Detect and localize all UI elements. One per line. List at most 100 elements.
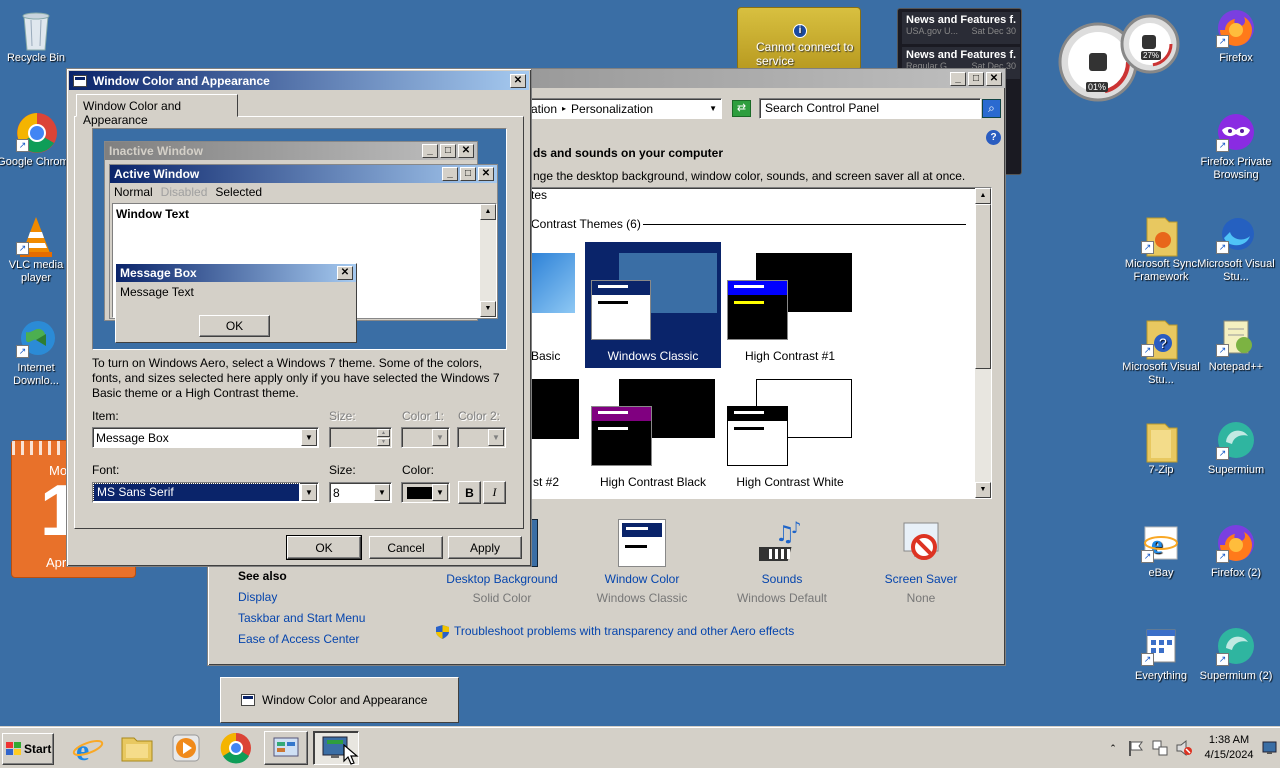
- chevron-down-icon[interactable]: ▼: [432, 429, 448, 446]
- screen-saver-link[interactable]: Screen Saver None: [863, 572, 979, 605]
- dialog-titlebar[interactable]: Window Color and Appearance ✕: [69, 71, 529, 90]
- desktop-icon-supermium[interactable]: ↗ Supermium: [1197, 420, 1275, 477]
- chevron-down-icon[interactable]: ▼: [709, 104, 717, 113]
- color2-picker[interactable]: ▼: [457, 427, 506, 448]
- see-also-ease-of-access-link[interactable]: Ease of Access Center: [238, 632, 359, 646]
- window-color-dialog[interactable]: Window Color and Appearance ✕ Window Col…: [66, 68, 532, 567]
- theme-windows-classic[interactable]: Windows Classic: [585, 242, 721, 368]
- search-input[interactable]: Search Control Panel: [759, 98, 981, 119]
- sounds-icon[interactable]: ♫ ♪: [751, 518, 809, 567]
- volume-muted-icon[interactable]: [1175, 739, 1193, 757]
- font-size-select[interactable]: 8 ▼: [329, 482, 392, 503]
- desktop-icon-ms-sync-framework[interactable]: ↗ Microsoft Sync Framework: [1122, 214, 1200, 284]
- ok-button[interactable]: OK: [286, 535, 362, 560]
- minimize-icon[interactable]: _: [950, 71, 966, 86]
- desktop-icon-google-chrome[interactable]: ↗ Google Chrome: [0, 112, 75, 169]
- tab-window-color[interactable]: Window Color and Appearance: [76, 94, 238, 127]
- see-also-taskbar-link[interactable]: Taskbar and Start Menu: [238, 611, 365, 625]
- start-button[interactable]: Start: [2, 733, 54, 765]
- scroll-up-icon[interactable]: ▲: [975, 188, 991, 204]
- desktop-icon-7zip[interactable]: 7-Zip: [1122, 420, 1200, 477]
- theme-thumbnail[interactable]: [527, 379, 579, 439]
- desktop-icon-ms-visual-studio[interactable]: ↗ Microsoft Visual Stu...: [1197, 214, 1275, 284]
- item-size-spinner[interactable]: ▲ ▼: [329, 427, 392, 448]
- desktop-icon-firefox-private[interactable]: ↗ Firefox Private Browsing: [1197, 112, 1275, 182]
- theme-list-scrollbar[interactable]: ▲ ▼: [975, 188, 991, 498]
- address-bar[interactable]: ation ▸ Personalization ▼: [526, 98, 722, 119]
- desktop-icon-vlc[interactable]: ↗ VLC media player: [0, 215, 75, 285]
- search-icon[interactable]: ⌕: [982, 99, 1001, 118]
- theme-label[interactable]: High Contrast White: [722, 475, 858, 489]
- help-icon[interactable]: ?: [986, 130, 1001, 145]
- cpu-meter-gadget[interactable]: 01% 27%: [1058, 10, 1180, 102]
- tray-expand-icon[interactable]: ⌃: [1106, 733, 1120, 763]
- taskbar-media-player-icon[interactable]: [170, 732, 202, 764]
- apply-button[interactable]: Apply: [448, 536, 522, 559]
- breadcrumb-current[interactable]: Personalization: [571, 102, 653, 116]
- troubleshoot-aero-link[interactable]: Troubleshoot problems with transparency …: [454, 624, 794, 638]
- color2-label: Color 2:: [458, 409, 501, 423]
- desktop-icon-notepad-plus-plus[interactable]: ↗ Notepad++: [1197, 317, 1275, 374]
- action-center-flag-icon[interactable]: [1127, 739, 1145, 757]
- refresh-icon[interactable]: ⇄: [732, 100, 751, 117]
- font-color-picker[interactable]: ▼: [401, 482, 450, 503]
- chevron-down-icon[interactable]: ▼: [488, 429, 504, 446]
- scroll-down-icon: ▼: [480, 301, 496, 317]
- close-icon[interactable]: ✕: [510, 73, 526, 88]
- globe-download-icon: ↗: [16, 318, 56, 358]
- desktop-icon-internet-download[interactable]: ↗ Internet Downlo...: [0, 318, 75, 388]
- taskbar-ie-icon[interactable]: e: [72, 732, 104, 767]
- tray-clock[interactable]: 1:38 AM 4/15/2024: [1198, 733, 1260, 763]
- close-icon[interactable]: ✕: [986, 71, 1002, 86]
- italic-toggle-button[interactable]: I: [483, 481, 506, 504]
- supermium-icon: ↗: [1216, 420, 1256, 460]
- scroll-down-icon[interactable]: ▼: [975, 482, 991, 498]
- theme-label[interactable]: High Contrast Black: [585, 475, 721, 489]
- item-select[interactable]: Message Box ▼: [92, 427, 319, 448]
- font-select[interactable]: MS Sans Serif ▼: [92, 482, 319, 503]
- theme-thumbnail[interactable]: [527, 253, 575, 313]
- desktop-icon-firefox[interactable]: ↗ Firefox: [1197, 8, 1275, 65]
- taskbar-chrome-icon[interactable]: [220, 732, 252, 764]
- chevron-down-icon[interactable]: ▼: [301, 484, 317, 501]
- chevron-down-icon[interactable]: ▼: [301, 429, 317, 446]
- bold-toggle-button[interactable]: B: [458, 481, 481, 504]
- theme-list[interactable]: tes Contrast Themes (6) Basic Windows Cl…: [526, 187, 992, 499]
- desktop-icon-recycle-bin[interactable]: Recycle Bin: [0, 8, 75, 65]
- desktop-background-link[interactable]: Desktop Background Solid Color: [444, 572, 560, 605]
- section-label: Contrast Themes (6): [531, 217, 641, 231]
- theme-label[interactable]: st #2: [533, 475, 559, 489]
- window-color-icon[interactable]: [618, 519, 666, 567]
- preview-menu-bar: Normal Disabled Selected: [114, 184, 263, 199]
- page-heading: ds and sounds on your computer: [533, 146, 724, 160]
- show-desktop-icon[interactable]: [1262, 740, 1277, 755]
- chevron-down-icon[interactable]: ▼: [374, 484, 390, 501]
- appearance-preview[interactable]: Inactive Window _ □ ✕ Active Window _ □ …: [92, 128, 507, 350]
- taskbar-preview-popup[interactable]: Window Color and Appearance: [220, 677, 459, 723]
- window-color-app-icon: [241, 694, 255, 706]
- page-subtext: nge the desktop background, window color…: [533, 169, 966, 183]
- taskbar-control-panel-button[interactable]: [264, 731, 308, 765]
- desktop-icon-everything[interactable]: ↗ Everything: [1122, 626, 1200, 683]
- screen-saver-icon[interactable]: [898, 519, 946, 567]
- news-item[interactable]: News and Features f... USA.gov U... Sat D…: [902, 12, 1020, 44]
- weather-gadget[interactable]: i Cannot connect to service: [737, 7, 861, 71]
- desktop-icon-supermium-2[interactable]: ↗ Supermium (2): [1197, 626, 1275, 683]
- spin-down-icon[interactable]: ▼: [377, 438, 390, 446]
- color1-picker[interactable]: ▼: [401, 427, 450, 448]
- theme-label[interactable]: Basic: [531, 349, 560, 363]
- window-color-link[interactable]: Window Color Windows Classic: [584, 572, 700, 605]
- chevron-down-icon[interactable]: ▼: [432, 484, 448, 501]
- theme-label[interactable]: High Contrast #1: [727, 349, 853, 363]
- scrollbar-thumb[interactable]: [975, 204, 991, 369]
- maximize-icon[interactable]: □: [968, 71, 984, 86]
- sounds-link[interactable]: Sounds Windows Default: [724, 572, 840, 605]
- taskbar-explorer-icon[interactable]: [120, 732, 154, 764]
- network-icon[interactable]: [1151, 739, 1169, 757]
- desktop-icon-firefox-2[interactable]: ↗ Firefox (2): [1197, 523, 1275, 580]
- cancel-button[interactable]: Cancel: [369, 536, 443, 559]
- desktop-icon-ms-visual-studio-2[interactable]: ? ↗ Microsoft Visual Stu...: [1122, 317, 1200, 387]
- spin-up-icon[interactable]: ▲: [377, 429, 390, 437]
- see-also-display-link[interactable]: Display: [238, 590, 277, 604]
- desktop-icon-ebay[interactable]: e ↗ eBay: [1122, 523, 1200, 580]
